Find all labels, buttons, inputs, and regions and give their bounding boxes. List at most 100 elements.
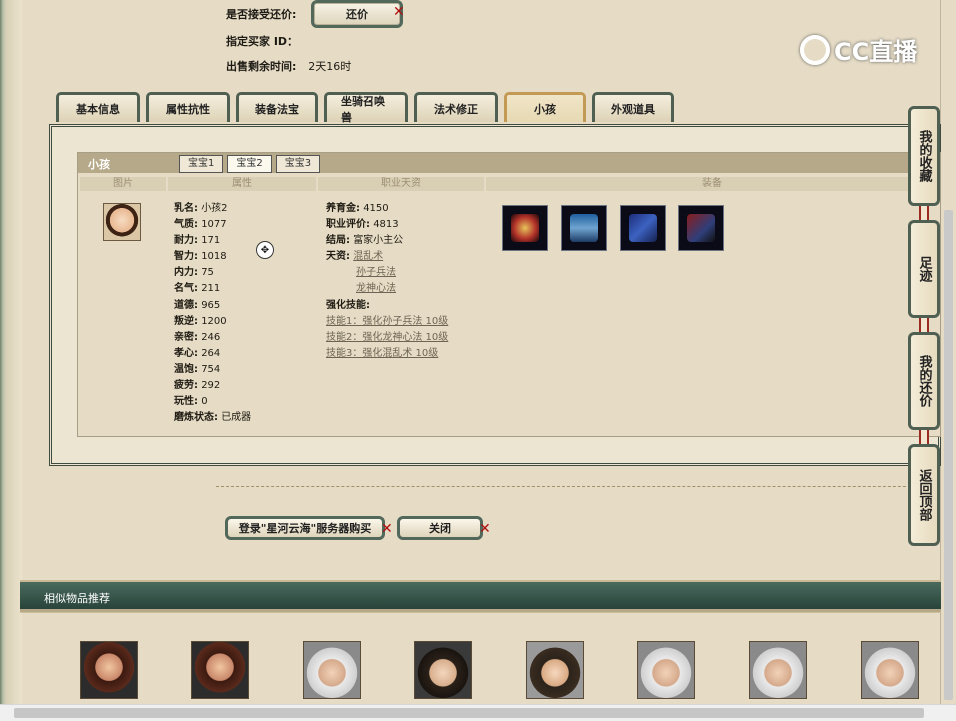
tab-attributes[interactable]: 属性抗性 — [146, 92, 230, 122]
attr-row: 耐力: 171 — [174, 235, 221, 247]
talent-link[interactable]: 龙神心法 — [356, 283, 396, 294]
remaining-time-row: 出售剩余时间: 2天16时 — [226, 58, 351, 74]
portrait-white-hair-elder[interactable] — [861, 641, 919, 699]
cc-logo-text: CC直播 — [834, 38, 918, 66]
close-button-label: 关闭 — [429, 522, 451, 535]
skill-link[interactable]: 技能3：强化混乱术 10级 — [326, 348, 438, 359]
side-tab-back-to-top-label: 返回顶部 — [916, 469, 932, 521]
login-buy-button[interactable]: 登录"星河云海"服务器购买 — [225, 516, 385, 540]
column-header-attributes: 属性 — [168, 177, 316, 191]
close-x-icon: ✕ — [381, 521, 393, 537]
left-frame-border — [0, 0, 22, 720]
accept-counter-label: 是否接受还价: — [226, 8, 297, 21]
similar-items-title: 相似物品推荐 — [44, 592, 110, 605]
tab-appearance-items[interactable]: 外观道具 — [592, 92, 674, 122]
attr-row: 亲密: 246 — [174, 331, 221, 343]
cc-logo-icon — [800, 34, 830, 65]
move-cursor-icon: ✥ — [256, 241, 274, 259]
side-tab-footprint-label: 足迹 — [916, 256, 932, 282]
sub-tab-baby-1[interactable]: 宝宝1 — [179, 155, 224, 173]
robe-icon[interactable] — [561, 205, 607, 251]
attr-row: 气质: 1077 — [174, 219, 227, 231]
skill-row: 技能1：强化孙子兵法 10级 — [326, 314, 448, 330]
portrait-female-warrior[interactable] — [191, 641, 249, 699]
skill-link[interactable]: 技能1：强化孙子兵法 10级 — [326, 316, 448, 327]
talent-row-2: 孙子兵法 — [326, 265, 448, 281]
column-header-career: 职业天资 — [318, 177, 484, 191]
book-icon[interactable] — [620, 205, 666, 251]
child-box-title: 小孩 — [88, 158, 110, 171]
attr-row: 叛逆: 1200 — [174, 315, 227, 327]
divider — [216, 486, 936, 487]
column-header-equipment: 装备 — [486, 177, 938, 191]
attr-row: 孝心: 264 — [174, 347, 221, 359]
talent-row: 天资: 混乱术 — [326, 251, 384, 263]
remaining-time-label: 出售剩余时间: — [226, 60, 297, 73]
portrait-female-warrior[interactable] — [80, 641, 138, 699]
skill-row: 技能3：强化混乱术 10级 — [326, 346, 448, 362]
chest-icon[interactable] — [678, 205, 724, 251]
sub-tab-baby-2[interactable]: 宝宝2 — [227, 155, 272, 173]
career-score-row: 职业评价: 4813 — [326, 219, 399, 231]
similar-items-border — [20, 612, 941, 613]
tab-mounts-summons[interactable]: 坐骑召唤兽 — [324, 92, 408, 124]
skill-link[interactable]: 技能2：强化龙神心法 10级 — [326, 332, 448, 343]
close-button[interactable]: 关闭 — [397, 516, 483, 540]
skills-label-row: 强化技能: — [326, 299, 370, 311]
tab-equipment[interactable]: 装备法宝 — [236, 92, 318, 122]
close-x-icon: ✕ — [479, 521, 491, 537]
helmet-icon[interactable] — [502, 205, 548, 251]
attr-row: 道德: 965 — [174, 299, 221, 311]
child-attribute-list: 乳名: 小孩2 气质: 1077 耐力: 171 智力: 1018 内力: 75… — [174, 201, 251, 426]
side-tab-favorites[interactable]: 我的收藏 — [908, 106, 940, 206]
raise-money-row: 养育金: 4150 — [326, 203, 389, 214]
attr-row: 智力: 1018 — [174, 251, 227, 263]
counter-offer-button-label: 还价 — [346, 8, 368, 21]
talent-row-3: 龙神心法 — [326, 281, 448, 297]
portrait-young-man[interactable] — [526, 641, 584, 699]
child-info-box: 小孩 宝宝1 宝宝2 宝宝3 图片 属性 职业天资 装备 乳名: 小孩2 气质:… — [77, 152, 941, 437]
attr-row: 名气: 211 — [174, 283, 221, 295]
close-x-icon: ✕ — [393, 4, 405, 20]
similar-items-header: 相似物品推荐 — [20, 580, 941, 612]
portrait-young-swordsman[interactable] — [414, 641, 472, 699]
horizontal-scrollbar[interactable] — [0, 704, 956, 721]
column-header-image: 图片 — [80, 177, 166, 191]
portrait-white-hair-elder[interactable] — [749, 641, 807, 699]
attr-row: 磨炼状态: 已成器 — [174, 412, 252, 424]
vertical-scrollbar[interactable] — [944, 210, 953, 700]
child-box-header: 小孩 宝宝1 宝宝2 宝宝3 — [78, 153, 940, 173]
remaining-time-value: 2天16时 — [308, 60, 352, 73]
buyer-id-label: 指定买家 ID： — [226, 35, 299, 48]
side-tab-footprint[interactable]: 足迹 — [908, 220, 940, 318]
portrait-white-hair-elder[interactable] — [637, 641, 695, 699]
attr-row: 温饱: 754 — [174, 363, 221, 375]
talent-link[interactable]: 混乱术 — [353, 251, 383, 262]
attr-row: 内力: 75 — [174, 267, 214, 279]
sub-tab-baby-3[interactable]: 宝宝3 — [275, 155, 321, 173]
counter-offer-button[interactable]: 还价 — [311, 0, 403, 28]
login-buy-button-label: 登录"星河云海"服务器购买 — [238, 522, 372, 535]
accept-counter-row: 是否接受还价: — [226, 6, 296, 22]
side-tab-my-offers[interactable]: 我的还价 — [908, 332, 940, 430]
side-tab-my-offers-label: 我的还价 — [916, 355, 932, 407]
talent-link[interactable]: 孙子兵法 — [356, 267, 396, 278]
tab-spell-correction[interactable]: 法术修正 — [414, 92, 498, 122]
cc-live-watermark: CC直播 — [800, 32, 917, 67]
attr-row: 玩性: 0 — [174, 396, 208, 408]
child-avatar — [103, 203, 141, 241]
side-tab-favorites-label: 我的收藏 — [916, 130, 932, 182]
tab-basic-info[interactable]: 基本信息 — [56, 92, 140, 122]
baby-sub-tabs: 宝宝1 宝宝2 宝宝3 — [179, 155, 321, 173]
tab-child[interactable]: 小孩 — [504, 92, 586, 122]
attr-row: 乳名: 小孩2 — [174, 203, 228, 214]
skill-row: 技能2：强化龙神心法 10级 — [326, 330, 448, 346]
attr-row: 疲劳: 292 — [174, 380, 221, 392]
horizontal-scroll-thumb[interactable] — [14, 708, 924, 718]
ending-row: 结局: 富家小主公 — [326, 235, 404, 247]
side-tab-back-to-top[interactable]: 返回顶部 — [908, 444, 940, 546]
buyer-id-row: 指定买家 ID： — [226, 33, 298, 49]
portrait-white-hair-elder[interactable] — [303, 641, 361, 699]
career-info: 养育金: 4150 职业评价: 4813 结局: 富家小主公 天资: 混乱术 孙… — [326, 201, 448, 362]
detail-tabs: 基本信息 属性抗性 装备法宝 坐骑召唤兽 法术修正 小孩 外观道具 — [56, 90, 674, 124]
